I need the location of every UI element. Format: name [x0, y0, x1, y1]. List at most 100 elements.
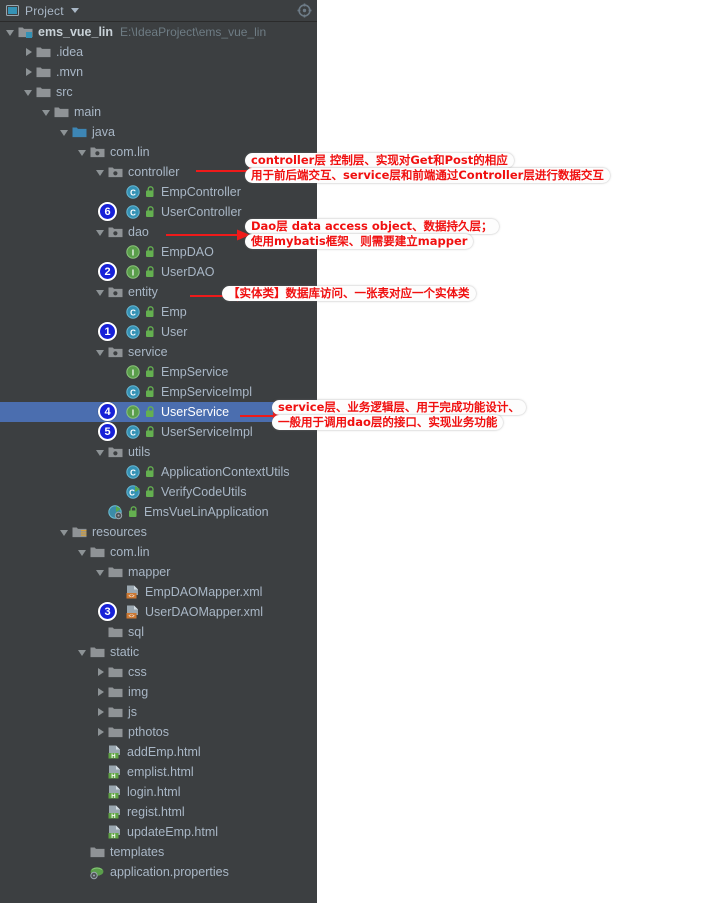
tree-row-label: templates — [110, 845, 165, 859]
tree-row-label: VerifyCodeUtils — [161, 485, 247, 499]
tree-row[interactable]: pthotos — [0, 722, 317, 742]
folder-icon — [90, 545, 105, 559]
tree-row[interactable]: HaddEmp.html — [0, 742, 317, 762]
no-arrow-spacer — [78, 868, 87, 877]
step-number-badge-5: 5 — [98, 422, 117, 441]
xml-file-icon: <> — [126, 605, 140, 619]
collapse-arrow-icon[interactable] — [42, 108, 51, 117]
screen: Project ems_vue_lin E:\IdeaProject\ems_vu… — [0, 0, 713, 903]
expand-arrow-icon[interactable] — [96, 667, 105, 677]
folder-icon — [108, 665, 123, 679]
folder-icon — [36, 85, 51, 99]
expand-arrow-icon[interactable] — [24, 67, 33, 77]
class-run-icon: C — [126, 485, 140, 499]
svg-text:I: I — [132, 268, 134, 277]
tree-row[interactable]: com.lin — [0, 542, 317, 562]
collapse-arrow-icon[interactable] — [24, 88, 33, 97]
tree-row-label: updateEmp.html — [127, 825, 219, 839]
tree-row-label: utils — [128, 445, 151, 459]
tree-row-label: css — [128, 665, 147, 679]
tree-row-label: EmpServiceImpl — [161, 385, 252, 399]
tree-row-label: com.lin — [110, 145, 150, 159]
annotation-entity-note: 【实体类】数据库访问、一张表对应一个实体类 — [222, 286, 476, 301]
collapse-arrow-icon[interactable] — [96, 288, 105, 297]
no-arrow-spacer — [114, 308, 123, 317]
collapse-arrow-icon[interactable] — [96, 168, 105, 177]
tree-row[interactable]: EmsVueLinApplication — [0, 502, 317, 522]
tree-row[interactable]: resources — [0, 522, 317, 542]
tree-row[interactable]: HupdateEmp.html — [0, 822, 317, 842]
collapse-arrow-icon[interactable] — [78, 648, 87, 657]
tree-row[interactable]: main — [0, 102, 317, 122]
svg-text:C: C — [130, 468, 136, 477]
tree-row[interactable]: C Emp — [0, 302, 317, 322]
tree-row[interactable]: C EmpController — [0, 182, 317, 202]
tree-row[interactable]: ems_vue_lin E:\IdeaProject\ems_vue_lin — [0, 22, 317, 42]
project-tree[interactable]: ems_vue_lin E:\IdeaProject\ems_vue_lin .id… — [0, 22, 317, 882]
tree-row[interactable]: utils — [0, 442, 317, 462]
tree-row[interactable]: C ApplicationContextUtils — [0, 462, 317, 482]
no-arrow-spacer — [78, 848, 87, 857]
collapse-arrow-icon[interactable] — [60, 528, 69, 537]
expand-arrow-icon[interactable] — [96, 707, 105, 717]
tree-row-label: main — [74, 105, 102, 119]
project-window-icon — [6, 4, 19, 17]
expand-arrow-icon[interactable] — [24, 47, 33, 57]
tree-row[interactable]: I UserDAO — [0, 262, 317, 282]
svg-text:C: C — [130, 328, 136, 337]
chevron-down-icon[interactable] — [70, 8, 79, 13]
tree-row[interactable]: <> EmpDAOMapper.xml — [0, 582, 317, 602]
tree-row[interactable]: Hregist.html — [0, 802, 317, 822]
collapse-arrow-icon[interactable] — [96, 448, 105, 457]
tree-row[interactable]: mapper — [0, 562, 317, 582]
collapse-arrow-icon[interactable] — [6, 28, 15, 37]
svg-text:C: C — [129, 488, 135, 497]
tree-row[interactable]: Hlogin.html — [0, 782, 317, 802]
tree-row[interactable]: static — [0, 642, 317, 662]
svg-text:C: C — [130, 208, 136, 217]
collapse-arrow-icon[interactable] — [96, 568, 105, 577]
expand-arrow-icon[interactable] — [96, 727, 105, 737]
tree-row[interactable]: .mvn — [0, 62, 317, 82]
tree-row[interactable]: C EmpServiceImpl — [0, 382, 317, 402]
collapse-arrow-icon[interactable] — [78, 148, 87, 157]
tree-row[interactable]: .idea — [0, 42, 317, 62]
html-file-icon: H — [108, 805, 122, 819]
collapse-arrow-icon[interactable] — [96, 348, 105, 357]
tree-row[interactable]: java — [0, 122, 317, 142]
module-icon — [18, 25, 33, 39]
expand-arrow-icon[interactable] — [96, 687, 105, 697]
tree-row[interactable]: application.properties — [0, 862, 317, 882]
collapse-arrow-icon[interactable] — [60, 128, 69, 137]
svg-text:<>: <> — [128, 614, 134, 619]
tree-row-label: service — [128, 345, 168, 359]
svg-text:I: I — [132, 368, 134, 377]
tree-row[interactable]: Hemplist.html — [0, 762, 317, 782]
tree-row[interactable]: I EmpService — [0, 362, 317, 382]
no-arrow-spacer — [96, 628, 105, 637]
tree-row[interactable]: templates — [0, 842, 317, 862]
collapse-arrow-icon[interactable] — [96, 228, 105, 237]
tree-row[interactable]: src — [0, 82, 317, 102]
no-arrow-spacer — [96, 808, 105, 817]
tree-row[interactable]: sql — [0, 622, 317, 642]
public-lock-icon — [145, 246, 156, 258]
tree-row-label: EmpService — [161, 365, 229, 379]
folder-icon — [36, 45, 51, 59]
folder-icon — [90, 845, 105, 859]
panel-title: Project — [25, 3, 64, 18]
tree-row-label: ApplicationContextUtils — [161, 465, 290, 479]
package-icon — [108, 165, 123, 179]
tree-row[interactable]: C User — [0, 322, 317, 342]
annotation-line: Dao层 data access object、数据持久层； — [245, 219, 499, 234]
tree-row-label: src — [56, 85, 73, 99]
tree-row[interactable]: js — [0, 702, 317, 722]
tree-row[interactable]: service — [0, 342, 317, 362]
tree-row-label: resources — [92, 525, 147, 539]
tree-row[interactable]: C VerifyCodeUtils — [0, 482, 317, 502]
tree-row[interactable]: img — [0, 682, 317, 702]
tree-row[interactable]: css — [0, 662, 317, 682]
collapse-arrow-icon[interactable] — [78, 548, 87, 557]
tree-row[interactable]: <> UserDAOMapper.xml — [0, 602, 317, 622]
locate-target-icon[interactable] — [297, 3, 312, 23]
